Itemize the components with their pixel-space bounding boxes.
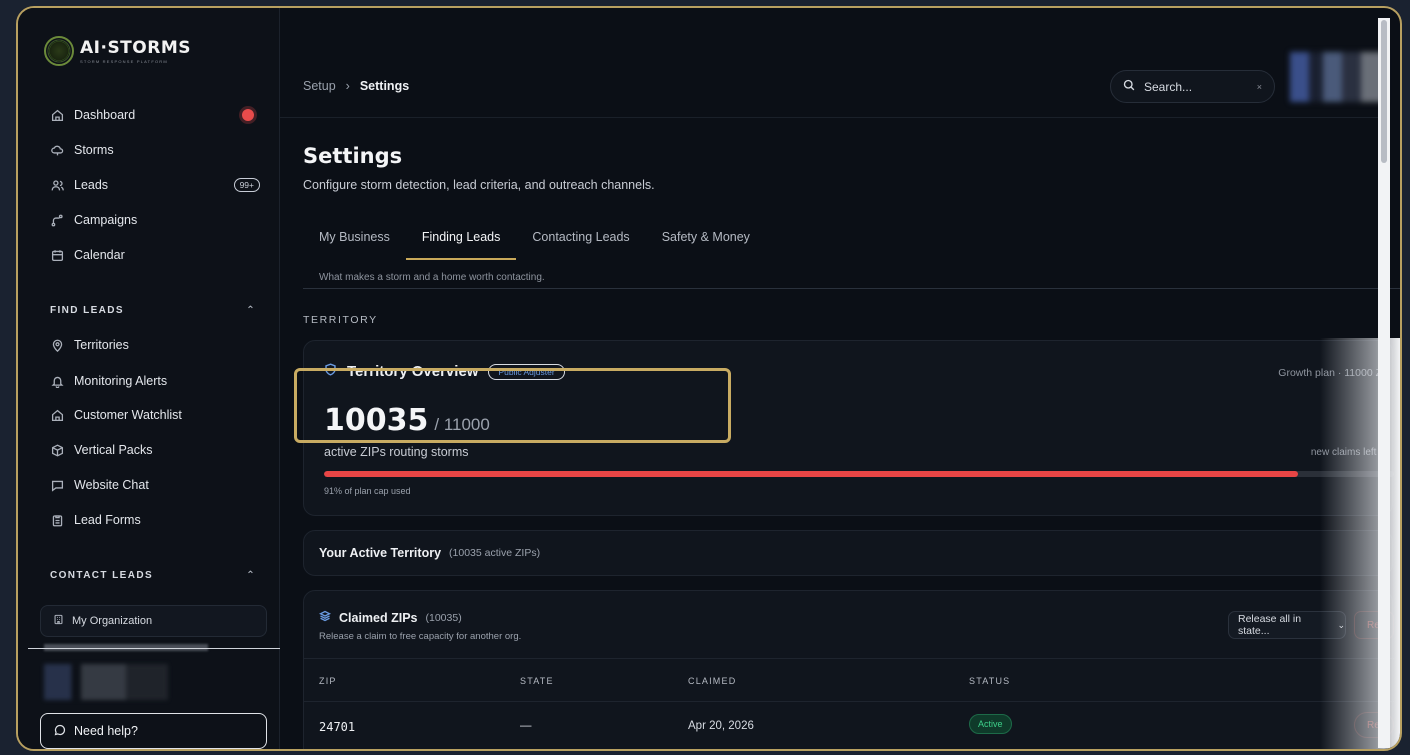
chevron-up-icon: ⌃ bbox=[246, 570, 256, 581]
plan-usage-fill bbox=[324, 471, 1298, 477]
settings-tabs: My Business Finding Leads Contacting Lea… bbox=[303, 224, 766, 260]
active-territory-card[interactable]: Your Active Territory (10035 active ZIPs… bbox=[303, 530, 1393, 576]
plan-usage-label: 91% of plan cap used bbox=[324, 486, 411, 496]
tab-description: What makes a storm and a home worth cont… bbox=[319, 272, 545, 283]
home-icon bbox=[50, 108, 64, 122]
breadcrumb: Setup › Settings bbox=[303, 79, 409, 93]
plan-label: Growth plan · 11000 Z bbox=[1278, 367, 1382, 379]
brand-name: AI·STORMS bbox=[80, 38, 191, 58]
plan-usage-bar bbox=[324, 471, 1394, 477]
chevron-up-icon: ⌃ bbox=[246, 305, 256, 316]
tab-my-business[interactable]: My Business bbox=[303, 224, 406, 260]
main-content: Setup › Settings Search... × Settings Co… bbox=[280, 8, 1400, 749]
bell-icon bbox=[50, 374, 64, 388]
scrollbar-thumb[interactable] bbox=[1381, 20, 1387, 163]
active-zip-counter: 10035 / 11000 bbox=[324, 403, 490, 438]
calendar-icon bbox=[50, 248, 64, 262]
zip-cell: 24701 bbox=[319, 720, 356, 734]
tab-safety-money[interactable]: Safety & Money bbox=[646, 224, 766, 260]
table-header: ZIP STATE CLAIMED STATUS bbox=[304, 658, 1394, 702]
active-zips-label: active ZIPs routing storms bbox=[324, 445, 469, 459]
sidebar-item-storms[interactable]: Storms bbox=[50, 143, 260, 157]
sidebar-item-territories[interactable]: Territories bbox=[50, 338, 260, 352]
page-title: Settings bbox=[303, 144, 403, 168]
sidebar-item-website-chat[interactable]: Website Chat bbox=[50, 478, 260, 492]
sidebar-item-dashboard[interactable]: Dashboard bbox=[50, 108, 260, 122]
state-cell: — bbox=[520, 720, 532, 732]
building-icon bbox=[53, 614, 64, 628]
page-subtitle: Configure storm detection, lead criteria… bbox=[303, 178, 655, 192]
app-window: AI·STORMS STORM RESPONSE PLATFORM Dashbo… bbox=[16, 6, 1402, 751]
brand-tagline: STORM RESPONSE PLATFORM bbox=[80, 59, 168, 64]
search-placeholder: Search... bbox=[1144, 79, 1193, 94]
redacted-avatar[interactable] bbox=[1290, 52, 1385, 102]
redacted-user-info[interactable] bbox=[44, 664, 168, 700]
claimed-date-cell: Apr 20, 2026 bbox=[688, 720, 754, 732]
tab-contacting-leads[interactable]: Contacting Leads bbox=[516, 224, 645, 260]
brand-logo[interactable]: AI·STORMS STORM RESPONSE PLATFORM bbox=[44, 36, 191, 66]
leads-count-badge: 99+ bbox=[233, 178, 260, 192]
chat-bubble-icon bbox=[54, 724, 66, 739]
claims-left-label: new claims left t bbox=[1310, 447, 1382, 458]
active-territory-title: Your Active Territory bbox=[319, 546, 442, 560]
divider bbox=[28, 648, 280, 649]
territory-overview-title: Territory Overview Public Adjuster bbox=[324, 363, 565, 380]
active-zip-count: 10035 bbox=[324, 403, 429, 438]
tab-divider bbox=[303, 288, 1400, 289]
sidebar-item-campaigns[interactable]: Campaigns bbox=[50, 213, 260, 227]
clear-search-icon[interactable]: × bbox=[1257, 82, 1262, 92]
cloud-icon bbox=[50, 143, 64, 157]
home-icon bbox=[50, 408, 64, 422]
chat-icon bbox=[50, 478, 64, 492]
users-icon bbox=[50, 178, 64, 192]
scrollbar[interactable] bbox=[1378, 18, 1390, 748]
sidebar-item-monitoring-alerts[interactable]: Monitoring Alerts bbox=[50, 374, 260, 388]
notification-dot bbox=[242, 109, 254, 121]
need-help-button[interactable]: Need help? bbox=[40, 713, 267, 749]
release-all-in-state-select[interactable]: Release all in state... ⌄ bbox=[1228, 611, 1346, 639]
column-claimed: CLAIMED bbox=[688, 676, 737, 686]
chevron-right-icon: › bbox=[345, 79, 350, 93]
territory-section-label: TERRITORY bbox=[303, 314, 378, 326]
map-pin-icon bbox=[50, 338, 64, 352]
claimed-zips-card: Claimed ZIPs (10035) Release a claim to … bbox=[303, 590, 1394, 749]
package-icon bbox=[50, 443, 64, 457]
claimed-zips-title: Claimed ZIPs (10035) bbox=[318, 610, 462, 625]
column-state: STATE bbox=[520, 676, 554, 686]
status-badge: Active bbox=[969, 714, 1012, 734]
claimed-zips-subtitle: Release a claim to free capacity for ano… bbox=[319, 631, 522, 642]
sidebar-item-calendar[interactable]: Calendar bbox=[50, 248, 260, 262]
territory-overview-card: Territory Overview Public Adjuster Growt… bbox=[294, 340, 1394, 516]
clipboard-icon bbox=[50, 513, 64, 527]
vertical-badge: Public Adjuster bbox=[488, 363, 565, 380]
radar-logo-icon bbox=[44, 36, 74, 66]
contact-leads-section-toggle[interactable]: CONTACT LEADS ⌃ bbox=[50, 570, 256, 581]
active-territory-count: (10035 active ZIPs) bbox=[449, 547, 541, 559]
shield-icon bbox=[324, 363, 337, 380]
sidebar-item-lead-forms[interactable]: Lead Forms bbox=[50, 513, 260, 527]
organization-switcher[interactable]: My Organization bbox=[40, 605, 267, 637]
find-leads-section-toggle[interactable]: FIND LEADS ⌃ bbox=[50, 305, 256, 316]
layers-icon bbox=[318, 610, 332, 625]
chevron-down-icon: ⌄ bbox=[1337, 619, 1345, 630]
breadcrumb-setup[interactable]: Setup bbox=[303, 79, 336, 93]
topbar: Setup › Settings Search... × bbox=[280, 8, 1385, 118]
tab-finding-leads[interactable]: Finding Leads bbox=[405, 224, 517, 260]
route-icon bbox=[50, 213, 64, 227]
column-zip: ZIP bbox=[319, 676, 337, 686]
sidebar-item-vertical-packs[interactable]: Vertical Packs bbox=[50, 443, 260, 457]
zip-cap: / 11000 bbox=[434, 415, 490, 434]
search-input[interactable]: Search... × bbox=[1110, 70, 1275, 103]
column-status: STATUS bbox=[969, 676, 1011, 686]
breadcrumb-settings: Settings bbox=[359, 79, 410, 93]
sidebar-item-leads[interactable]: Leads 99+ bbox=[50, 178, 260, 192]
table-row: 24701 — Apr 20, 2026 Active Re bbox=[304, 703, 1394, 749]
sidebar: AI·STORMS STORM RESPONSE PLATFORM Dashbo… bbox=[18, 8, 280, 749]
sidebar-item-customer-watchlist[interactable]: Customer Watchlist bbox=[50, 408, 260, 422]
search-icon bbox=[1123, 79, 1135, 94]
